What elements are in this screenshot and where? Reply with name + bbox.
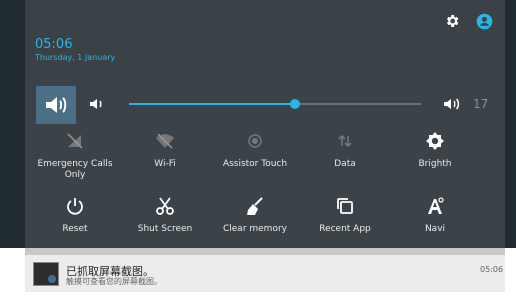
tile-label: Brighth bbox=[418, 159, 452, 169]
gear-icon[interactable] bbox=[444, 13, 460, 29]
speaker-large-icon bbox=[444, 98, 460, 110]
wifi-off-icon bbox=[156, 133, 174, 149]
tile-clear-memory[interactable]: Clear memory bbox=[210, 196, 300, 235]
tile-label: Emergency Calls Only bbox=[37, 159, 113, 180]
notification-time: 05:06 bbox=[480, 265, 504, 274]
volume-slider[interactable] bbox=[129, 99, 421, 109]
data-arrows-icon bbox=[338, 134, 352, 148]
tile-recent-app[interactable]: Recent App bbox=[300, 196, 390, 235]
volume-slider-fill bbox=[129, 103, 296, 105]
tile-assistor-touch[interactable]: Assistor Touch bbox=[210, 131, 300, 170]
speaker-small-icon bbox=[90, 99, 102, 109]
tile-label: Recent App bbox=[319, 224, 371, 234]
signal-off-icon bbox=[67, 133, 83, 149]
scissors-icon bbox=[156, 197, 174, 215]
tile-brightness[interactable]: Brighth bbox=[390, 131, 480, 170]
notification-shade: 05:06 Thursday, 1 January 17 Emergency C… bbox=[25, 0, 505, 248]
tile-label: Wi-Fi bbox=[154, 159, 176, 169]
brightness-icon bbox=[426, 132, 444, 150]
tile-label: Data bbox=[334, 159, 356, 169]
tile-label: Assistor Touch bbox=[222, 159, 288, 169]
power-icon bbox=[67, 198, 83, 215]
screenshot-notification[interactable]: 已抓取屏幕截图。 触摸可查看您的屏幕截图。 05:06 bbox=[25, 255, 505, 292]
tile-wifi[interactable]: Wi-Fi bbox=[120, 131, 210, 170]
tile-navi[interactable]: Navi bbox=[390, 196, 480, 235]
tile-data[interactable]: Data bbox=[300, 131, 390, 170]
shade-header: 05:06 Thursday, 1 January bbox=[25, 0, 505, 78]
tile-label: Navi bbox=[424, 224, 446, 234]
tile-label: Shut Screen bbox=[137, 224, 193, 234]
clock-time: 05:06 bbox=[35, 37, 73, 52]
tile-shut-screen[interactable]: Shut Screen bbox=[120, 196, 210, 235]
volume-mute-button[interactable] bbox=[36, 86, 76, 124]
volume-slider-knob[interactable] bbox=[290, 99, 301, 109]
divider bbox=[25, 248, 505, 255]
quick-settings-panel: 17 Emergency Calls Only Wi-Fi Assistor T… bbox=[25, 83, 505, 243]
volume-value: 17 bbox=[473, 97, 489, 111]
navigation-icon bbox=[428, 197, 444, 214]
tile-emergency-calls[interactable]: Emergency Calls Only bbox=[30, 131, 120, 181]
tile-reset[interactable]: Reset bbox=[30, 196, 120, 235]
broom-icon bbox=[247, 197, 263, 215]
clock-date: Thursday, 1 January bbox=[35, 53, 116, 62]
account-icon[interactable] bbox=[476, 13, 493, 30]
notification-subtitle: 触摸可查看您的屏幕截图。 bbox=[66, 277, 162, 286]
speaker-loud-icon bbox=[46, 97, 67, 113]
recent-apps-icon bbox=[337, 198, 353, 214]
screenshot-thumbnail-icon bbox=[33, 262, 59, 286]
touch-dot-icon bbox=[248, 134, 262, 148]
tile-label: Clear memory bbox=[222, 224, 287, 234]
tile-label: Reset bbox=[62, 224, 88, 234]
